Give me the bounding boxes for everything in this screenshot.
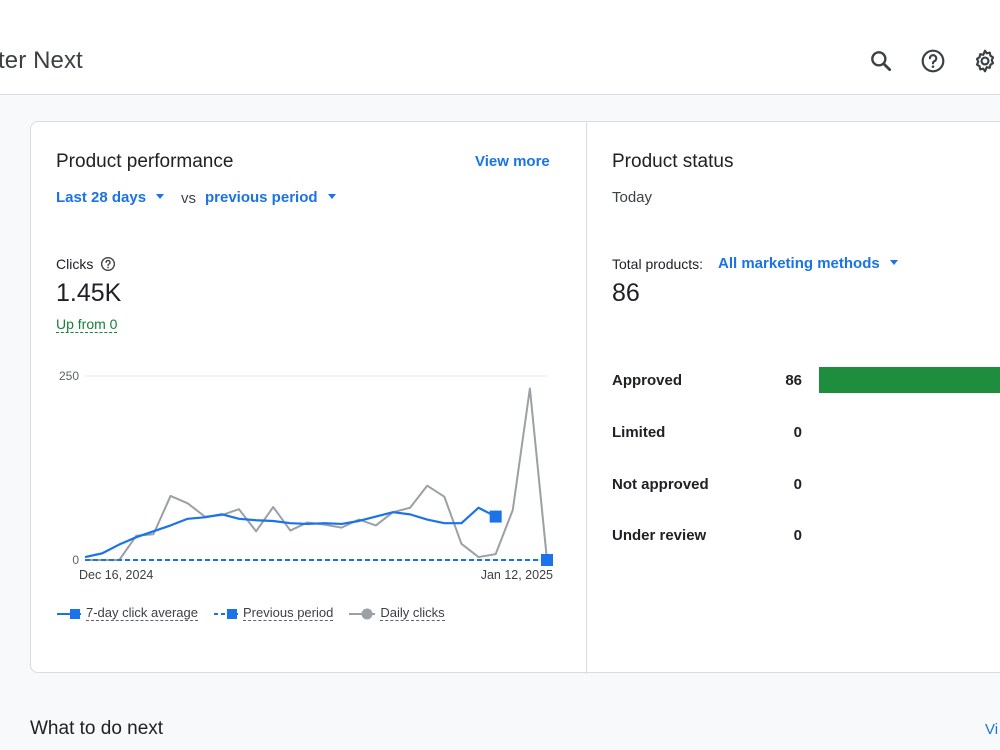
series-marker-7-day-average: [489, 510, 502, 523]
top-bar: ter Next: [0, 0, 1000, 95]
what-to-do-next-title: What to do next: [30, 718, 164, 739]
product-status-title: Product status: [612, 151, 734, 172]
app-title: ter Next: [0, 47, 83, 74]
chevron-down-icon: [889, 259, 898, 265]
status-row-under-review: Under review: [612, 527, 707, 544]
status-count-under-review: 0: [793, 527, 802, 544]
status-count-not-approved: 0: [793, 476, 802, 493]
x-tick-label-end: Jan 12, 2025: [481, 568, 553, 582]
legend-item-previous[interactable]: Previous period: [214, 605, 334, 621]
legend-avg-swatch: [57, 608, 81, 619]
status-row-approved: Approved: [612, 372, 683, 389]
total-products-label: Total products:: [612, 256, 704, 272]
x-tick-label-start: Dec 16, 2024: [79, 568, 153, 582]
chart-legend: 7-day click average Previous period Dail…: [57, 606, 461, 621]
status-count-limited: 0: [793, 424, 802, 441]
legend-daily-swatch: [349, 608, 376, 619]
view-all-link[interactable]: Vi: [985, 721, 998, 738]
legend-item-daily[interactable]: Daily clicks: [349, 605, 445, 621]
series-line-daily-clicks: [85, 387, 548, 561]
status-count-approved: 86: [785, 372, 802, 389]
legend-daily-label: Daily clicks: [380, 605, 445, 621]
legend-item-avg[interactable]: 7-day click average: [57, 606, 198, 621]
overview-card: Product performance View more Last 28 da…: [30, 121, 1000, 674]
clicks-chart: 250 0Dec 16, 2024 Jan 12, 2025: [59, 369, 553, 582]
y-tick-label: 0: [72, 553, 79, 567]
y-tick-label: 250: [59, 369, 79, 383]
status-bar-approved: [819, 367, 1000, 393]
status-row-limited: Limited: [612, 424, 666, 441]
legend-prev-label: Previous period: [243, 605, 334, 621]
status-row-not-approved: Not approved: [612, 476, 709, 493]
status-date: Today: [612, 189, 653, 206]
help-icon[interactable]: [920, 48, 946, 74]
series-line-7-day-average: [84, 506, 497, 559]
card-divider: [586, 122, 587, 674]
marketing-methods-label: All marketing methods: [718, 255, 880, 272]
total-products-value: 86: [612, 279, 640, 307]
settings-icon[interactable]: [972, 48, 998, 74]
legend-prev-swatch: [214, 608, 238, 619]
search-icon[interactable]: [868, 48, 894, 74]
series-marker-previous-period: [541, 554, 553, 566]
marketing-methods-dropdown[interactable]: All marketing methods: [718, 255, 898, 272]
legend-avg-label: 7-day click average: [86, 605, 198, 621]
